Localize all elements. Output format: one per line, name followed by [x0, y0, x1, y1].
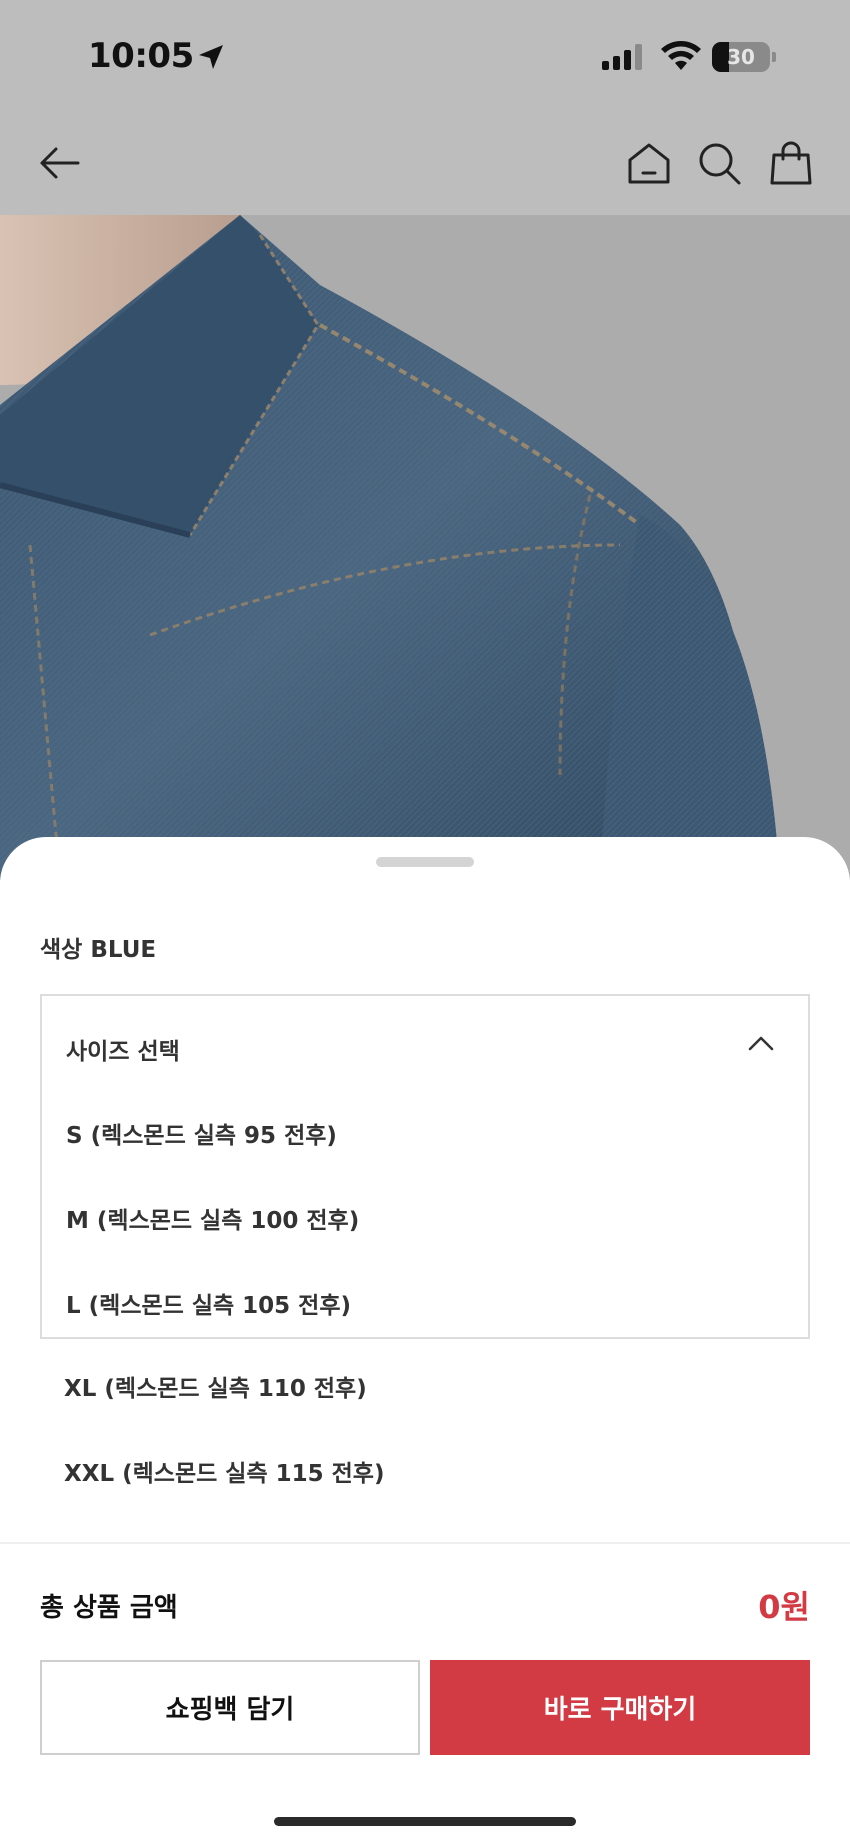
add-to-bag-button[interactable]: 쇼핑백 담기 — [40, 1660, 420, 1755]
option-bottom-sheet: 색상 BLUE 사이즈 선택 S (렉스몬드 실측 95 전후) M (렉스몬드… — [0, 837, 850, 1842]
home-indicator[interactable] — [274, 1817, 576, 1826]
size-option-l[interactable]: L (렉스몬드 실측 105 전후) — [66, 1286, 351, 1326]
size-option-xl[interactable]: XL (렉스몬드 실측 110 전후) — [64, 1369, 367, 1409]
size-dropdown-label: 사이즈 선택 — [66, 1039, 180, 1065]
search-icon[interactable] — [696, 140, 742, 186]
shopping-bag-icon[interactable] — [768, 140, 814, 186]
size-option-s[interactable]: S (렉스몬드 실측 95 전후) — [66, 1116, 337, 1156]
battery-level: 30 — [727, 45, 755, 69]
selected-color-label: 색상 BLUE — [40, 937, 157, 963]
sheet-grabber[interactable] — [376, 857, 474, 867]
buy-now-button[interactable]: 바로 구매하기 — [430, 1660, 810, 1755]
section-divider — [0, 1542, 850, 1544]
home-icon[interactable] — [626, 140, 672, 186]
size-option-xxl[interactable]: XXL (렉스몬드 실측 115 전후) — [64, 1454, 384, 1494]
wifi-icon — [661, 41, 701, 70]
size-option-m[interactable]: M (렉스몬드 실측 100 전후) — [66, 1201, 359, 1241]
location-arrow-icon — [199, 45, 223, 69]
status-bar: 10:05 30 — [0, 0, 850, 110]
cellular-signal-icon — [602, 44, 642, 70]
chevron-up-icon[interactable] — [748, 1034, 774, 1052]
top-navigation — [0, 110, 850, 215]
size-dropdown-header[interactable]: 사이즈 선택 — [42, 996, 808, 1096]
back-arrow-icon[interactable] — [36, 140, 82, 186]
total-price-value: 0원 — [758, 1588, 810, 1626]
status-time: 10:05 — [88, 36, 194, 76]
size-dropdown[interactable]: 사이즈 선택 S (렉스몬드 실측 95 전후) M (렉스몬드 실측 100 … — [40, 994, 810, 1339]
product-image — [0, 215, 850, 880]
total-price-label: 총 상품 금액 — [40, 1593, 178, 1623]
battery-icon: 30 — [712, 42, 776, 72]
